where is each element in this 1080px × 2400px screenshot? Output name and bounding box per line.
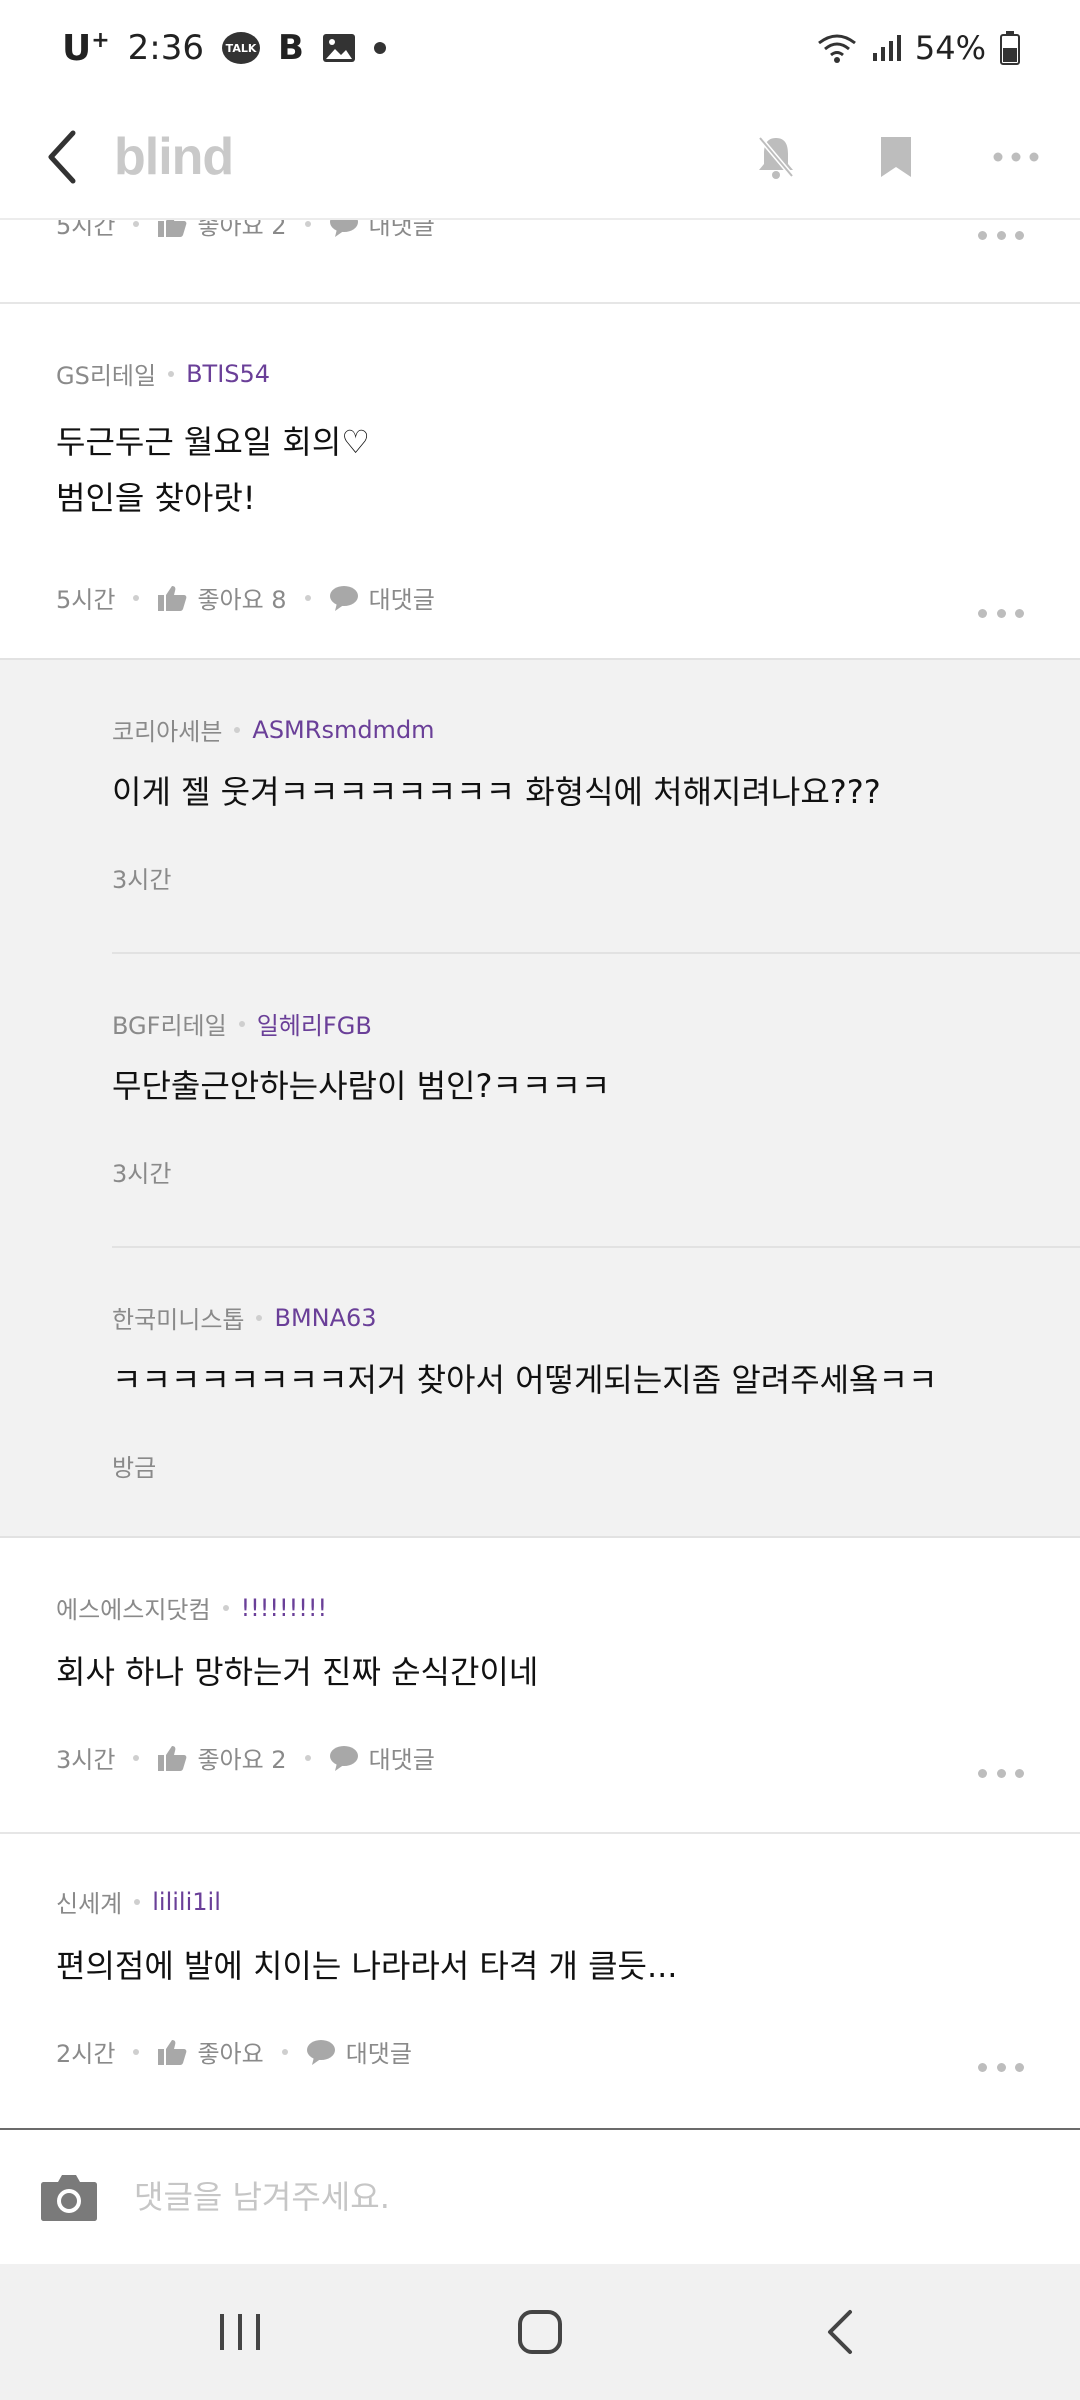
more-horizontal-icon: [978, 608, 987, 618]
speech-bubble-icon: [329, 220, 358, 237]
reply-text: 무단출근안하는사람이 범인?ㅋㅋㅋㅋ: [112, 1067, 611, 1105]
wifi-icon: [817, 33, 857, 63]
bookmark-icon: [881, 137, 911, 177]
more-horizontal-icon: [978, 230, 987, 240]
status-time: 2:36: [127, 28, 205, 68]
reply-company: 코리아세븐: [112, 718, 223, 746]
bookmark-button[interactable]: [872, 133, 920, 181]
speech-bubble-icon: [329, 585, 358, 611]
reply-nickname[interactable]: ASMRsmdmdm: [252, 716, 434, 744]
comment-company: GS리테일: [56, 362, 157, 390]
comment-time: 3시간: [56, 1746, 116, 1774]
comment-more-button[interactable]: [978, 228, 1024, 242]
comment-more-button[interactable]: [978, 1766, 1024, 1780]
home-icon: [518, 2310, 562, 2354]
home-button[interactable]: [500, 2292, 580, 2372]
battery-percent: 54%: [914, 29, 986, 67]
more-horizontal-icon: [978, 2062, 987, 2072]
reply-time: 방금: [112, 1454, 157, 1482]
reply-text: ㅋㅋㅋㅋㅋㅋㅋㅋ저거 찾아서 어떻게되는지좀 알려주세욬ㅋㅋ: [112, 1361, 938, 1399]
more-horizontal-icon: [978, 1768, 987, 1778]
reply-nickname[interactable]: 일헤리FGB: [257, 1006, 372, 1041]
back-button[interactable]: [40, 127, 84, 187]
status-bar: U+ 2:36 TALK B 54%: [0, 0, 1080, 96]
comment-nickname[interactable]: !!!!!!!!!: [241, 1594, 328, 1622]
reply-item: 한국미니스톱 BMNA63 ㅋㅋㅋㅋㅋㅋㅋㅋ저거 찾아서 어떻게되는지좀 알려주…: [112, 1248, 1080, 1540]
comment-nickname[interactable]: BTIS54: [186, 360, 270, 388]
thumbs-up-icon: [158, 220, 187, 237]
thumbs-up-icon: [158, 1745, 187, 1771]
comment-company: 신세계: [56, 1890, 123, 1918]
thumbs-up-icon: [158, 585, 187, 611]
reply-company: BGF리테일: [112, 1012, 227, 1040]
reply-nickname[interactable]: BMNA63: [274, 1304, 376, 1332]
comment-text: 회사 하나 망하는거 진짜 순식간이네: [56, 1653, 539, 1691]
app-header: blind: [0, 96, 1080, 220]
comment-item: GS리테일 BTIS54 두근두근 월요일 회의♡ 범인을 찾아랏! 5시간 좋…: [0, 304, 1080, 668]
signal-icon: [871, 33, 901, 63]
chevron-left-icon: [828, 2310, 852, 2354]
like-button[interactable]: 좋아요 8: [157, 580, 287, 615]
comment-time: 5시간: [56, 220, 116, 240]
like-button[interactable]: 좋아요 2: [157, 220, 287, 241]
carrier-label: U+: [62, 27, 110, 69]
system-back-button[interactable]: [800, 2292, 880, 2372]
like-button[interactable]: 좋아요: [157, 2034, 264, 2069]
replies-block: 코리아세븐 ASMRsmdmdm 이게 젤 웃겨ㅋㅋㅋㅋㅋㅋㅋㅋ 화형식에 처해…: [0, 658, 1080, 1538]
comment-time: 2시간: [56, 2040, 116, 2068]
comment-item: 신세계 lilili1il 편의점에 발에 치이는 나라라서 타격 개 클듯..…: [0, 1834, 1080, 2128]
notification-dot-icon: [373, 42, 386, 54]
bell-off-icon: [758, 136, 794, 179]
notification-toggle-button[interactable]: [752, 133, 800, 181]
comment-more-button[interactable]: [978, 606, 1024, 620]
speech-bubble-icon: [306, 2039, 335, 2065]
like-button[interactable]: 좋아요 2: [157, 1740, 287, 1775]
recent-apps-button[interactable]: [200, 2292, 280, 2372]
reply-button[interactable]: 대댓글: [306, 2034, 412, 2069]
thumbs-up-icon: [158, 2039, 187, 2065]
comment-nickname[interactable]: lilili1il: [152, 1888, 221, 1916]
reply-button[interactable]: 대댓글: [329, 580, 435, 615]
reply-text: 이게 젤 웃겨ㅋㅋㅋㅋㅋㅋㅋㅋ 화형식에 처해지려나요???: [112, 773, 881, 811]
reply-item: BGF리테일 일헤리FGB 무단출근안하는사람이 범인?ㅋㅋㅋㅋ 3시간: [112, 954, 1080, 1246]
brand-logo: blind: [114, 128, 234, 186]
reply-item: 코리아세븐 ASMRsmdmdm 이게 젤 웃겨ㅋㅋㅋㅋㅋㅋㅋㅋ 화형식에 처해…: [112, 660, 1080, 952]
comment-more-button[interactable]: [978, 2060, 1024, 2074]
more-options-button[interactable]: [992, 133, 1040, 181]
chevron-left-icon: [48, 130, 76, 184]
reply-company: 한국미니스톱: [112, 1306, 245, 1334]
comment-feed: 5시간 좋아요 2 대댓글 GS리테일 BTIS54 두근두근 월요일 회의♡ …: [0, 220, 1080, 2128]
camera-button[interactable]: [40, 2172, 98, 2222]
camera-icon: [41, 2175, 97, 2221]
speech-bubble-icon: [329, 1745, 358, 1771]
comment-input[interactable]: [134, 2178, 994, 2216]
more-horizontal-icon: [993, 152, 1039, 162]
recent-apps-icon: [220, 2314, 260, 2350]
reply-time: 3시간: [112, 1160, 172, 1188]
reply-time: 3시간: [112, 866, 172, 894]
reply-button[interactable]: 대댓글: [329, 1740, 435, 1775]
comment-time: 5시간: [56, 586, 116, 614]
comment-text: 두근두근 월요일 회의♡ 범인을 찾아랏!: [56, 423, 370, 517]
reply-button[interactable]: 대댓글: [329, 220, 435, 241]
comment-item: 에스에스지닷컴 !!!!!!!!! 회사 하나 망하는거 진짜 순식간이네 3시…: [0, 1540, 1080, 1832]
kakaotalk-icon: TALK: [222, 32, 261, 64]
comment-input-bar: [0, 2128, 1080, 2264]
comment-item: 5시간 좋아요 2 대댓글: [0, 220, 1080, 306]
comment-text: 편의점에 발에 치이는 나라라서 타격 개 클듯...: [56, 1947, 678, 1985]
gallery-icon: [322, 33, 356, 63]
comment-company: 에스에스지닷컴: [56, 1596, 211, 1624]
battery-icon: [1000, 31, 1020, 65]
system-nav-bar: [0, 2264, 1080, 2400]
b-app-icon: B: [278, 28, 304, 68]
